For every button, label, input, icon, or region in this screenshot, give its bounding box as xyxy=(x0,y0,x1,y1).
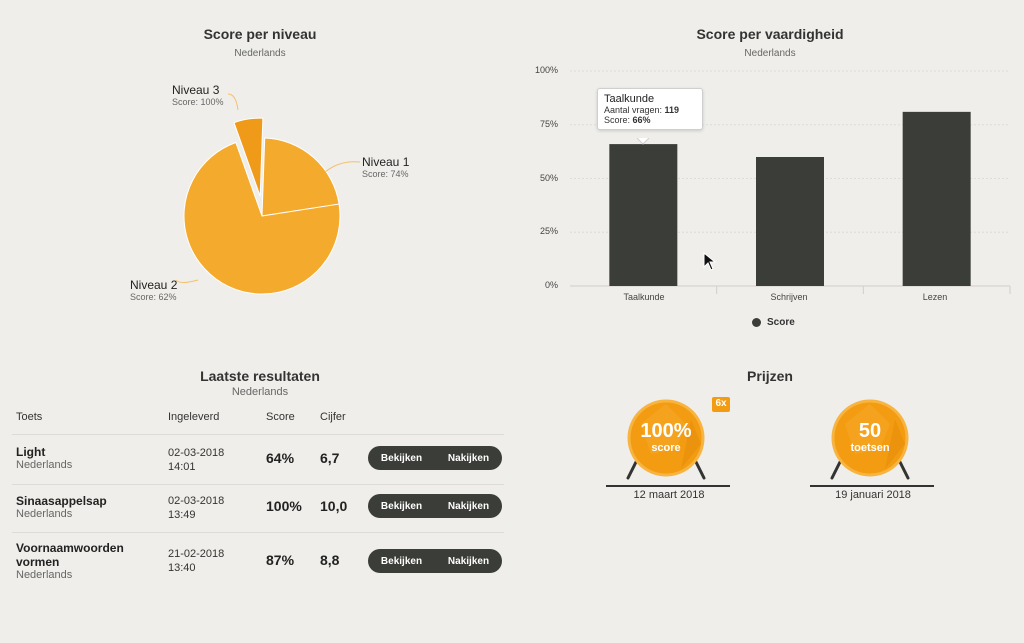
pie-label-niveau1-score: Score: 74% xyxy=(362,169,409,179)
row-score: 64% xyxy=(266,450,295,466)
bekijken-button[interactable]: Bekijken xyxy=(381,453,422,464)
ytick-25: 25% xyxy=(539,226,558,236)
row-toets-name: Voornaamwoorden vormen xyxy=(16,541,124,569)
prizes-title: Prijzen xyxy=(747,368,793,384)
pie-slice-niveau1[interactable] xyxy=(261,137,340,217)
row-cijfer: 8,8 xyxy=(320,552,340,568)
pie-label-niveau2-score: Score: 62% xyxy=(130,292,177,302)
pie-label-niveau3-score: Score: 100% xyxy=(172,97,224,107)
tooltip-score: Score: 66% xyxy=(604,115,651,125)
row-score: 87% xyxy=(266,552,295,568)
pie-label-niveau2-name: Niveau 2 xyxy=(130,278,178,292)
bekijken-button[interactable]: Bekijken xyxy=(381,501,422,512)
bar-lezen[interactable] xyxy=(902,111,971,286)
nakijken-button[interactable]: Nakijken xyxy=(448,501,489,512)
xtick-schrijven: Schrijven xyxy=(770,292,808,302)
prize2-small-text: toetsen xyxy=(850,442,890,454)
row-date: 21-02-2018 13:40 xyxy=(168,548,225,574)
row-toets-name: Sinaasappelsap xyxy=(16,494,107,508)
divider xyxy=(12,484,504,485)
results-subtitle: Nederlands xyxy=(231,386,289,398)
bar-chart-subtitle: Nederlands xyxy=(744,48,796,59)
tooltip-title: Taalkunde xyxy=(604,93,655,105)
nakijken-button[interactable]: Nakijken xyxy=(448,453,489,464)
bekijken-button[interactable]: Bekijken xyxy=(381,556,422,567)
divider xyxy=(12,532,504,533)
bar-tooltip: Taalkunde Aantal vragen: 119 Score: 66% xyxy=(597,88,703,130)
pie-label-niveau3: Niveau 3 Score: 100% xyxy=(172,83,224,107)
bar-chart-title: Score per vaardigheid xyxy=(696,26,844,42)
row-cijfer: 6,7 xyxy=(320,450,340,466)
nakijken-button[interactable]: Nakijken xyxy=(448,556,489,567)
row-score: 100% xyxy=(266,498,302,514)
results-title: Laatste resultaten xyxy=(200,368,320,384)
row-toets-name: Light xyxy=(16,445,46,459)
legend-label: Score xyxy=(767,317,795,328)
pie-chart-title: Score per niveau xyxy=(203,26,317,42)
pie-connector-niveau2 xyxy=(175,279,199,283)
ytick-50: 50% xyxy=(539,173,558,183)
row-date: 02-03-2018 13:49 xyxy=(168,495,225,521)
table-row: Light Nederlands xyxy=(16,445,72,471)
row-actions: Bekijken Nakijken xyxy=(368,549,502,573)
pie-connector-niveau1 xyxy=(324,161,361,173)
pie-label-niveau1-name: Niveau 1 xyxy=(362,155,410,169)
bar-taalkunde[interactable] xyxy=(609,144,678,286)
bar-chart xyxy=(570,70,1011,294)
bar-schrijven[interactable] xyxy=(756,157,824,286)
header-score: Score xyxy=(266,411,295,423)
header-toets: Toets xyxy=(16,411,43,423)
ytick-75: 75% xyxy=(539,119,558,129)
pie-chart-subtitle: Nederlands xyxy=(234,48,286,59)
ytick-100: 100% xyxy=(534,65,558,75)
header-ingeleverd: Ingeleverd xyxy=(168,411,220,423)
divider xyxy=(12,434,504,435)
row-toets-subject: Nederlands xyxy=(16,569,73,581)
prize1-date: 12 maart 2018 xyxy=(633,489,705,501)
prize2-big-text: 50 xyxy=(858,420,882,442)
row-cijfer: 10,0 xyxy=(320,498,348,514)
prize1-big-text: 100% xyxy=(640,420,692,442)
row-actions: Bekijken Nakijken xyxy=(368,446,502,470)
prize1-badge: 6x xyxy=(715,398,727,409)
row-date: 02-03-2018 14:01 xyxy=(168,447,225,473)
header-cijfer: Cijfer xyxy=(320,411,346,423)
mouse-cursor-icon xyxy=(703,252,717,271)
pie-label-niveau3-name: Niveau 3 xyxy=(172,83,220,97)
row-toets-subject: Nederlands xyxy=(16,459,73,471)
tooltip-pointer xyxy=(637,138,649,145)
prize2-date: 19 januari 2018 xyxy=(835,489,911,501)
row-actions: Bekijken Nakijken xyxy=(368,494,502,518)
bar-chart-legend[interactable]: Score xyxy=(752,317,795,328)
legend-dot-icon xyxy=(752,318,761,327)
pie-label-niveau2: Niveau 2 Score: 62% xyxy=(130,278,177,302)
pie-connector-niveau3 xyxy=(227,93,239,111)
xtick-taalkunde: Taalkunde xyxy=(623,292,665,302)
table-row: Voornaamwoorden vormen Nederlands xyxy=(16,541,156,581)
ytick-0: 0% xyxy=(544,280,558,290)
pie-label-niveau1: Niveau 1 Score: 74% xyxy=(362,155,409,179)
prize1-small-text: score xyxy=(651,442,681,454)
xtick-lezen: Lezen xyxy=(922,292,948,302)
table-row: Sinaasappelsap Nederlands xyxy=(16,494,107,520)
tooltip-aantal-vragen: Aantal vragen: 119 xyxy=(604,105,680,115)
row-toets-subject: Nederlands xyxy=(16,508,73,520)
